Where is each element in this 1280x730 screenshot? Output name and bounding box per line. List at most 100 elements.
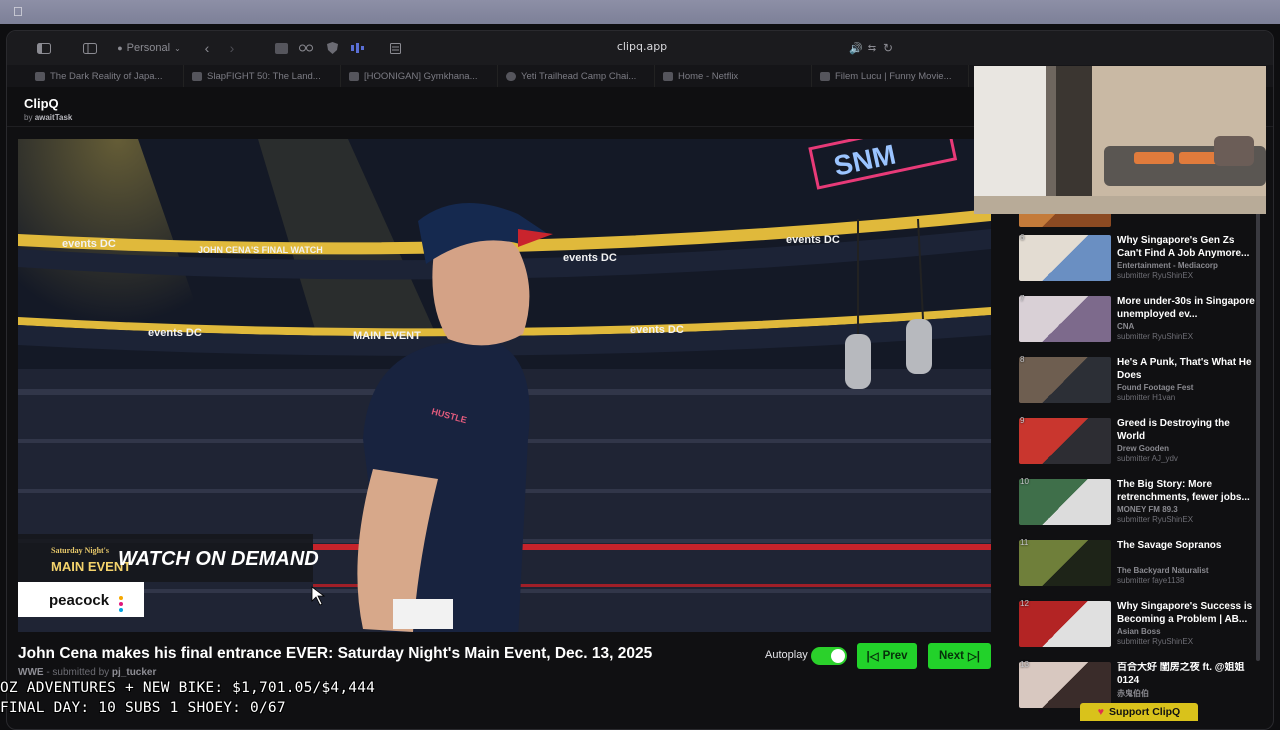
queue-item[interactable]: 9 Greed is Destroying the World Drew Goode…	[1013, 416, 1261, 476]
tab-label: The Dark Reality of Japa...	[50, 70, 163, 82]
favicon-icon	[35, 71, 45, 81]
queue-thumbnail[interactable]	[1019, 418, 1111, 464]
shield-icon[interactable]	[324, 39, 340, 57]
queue-thumbnail[interactable]	[1019, 235, 1111, 281]
tab-5[interactable]: Filem Lucu | Funny Movie...	[812, 65, 969, 87]
back-icon[interactable]: ‹	[199, 39, 215, 57]
queue-item[interactable]: 6 Why Singapore's Gen Zs Can't Find A Job…	[1013, 233, 1261, 293]
queue-channel: Drew Gooden	[1117, 444, 1170, 453]
queue-channel: Asian Boss	[1117, 627, 1161, 636]
queue-title[interactable]: The Savage Sopranos	[1117, 540, 1257, 553]
favicon-icon	[349, 71, 359, 81]
channel-name[interactable]: WWE	[18, 667, 44, 678]
queue-channel: Found Footage Fest	[1117, 383, 1194, 392]
byline-prefix: by	[24, 113, 33, 122]
queue-channel: The Backyard Naturalist	[1117, 566, 1209, 575]
queue-number: 6	[1020, 233, 1025, 242]
banner-text: JOHN CENA'S FINAL WATCH	[198, 245, 323, 255]
app-title[interactable]: ClipQ	[24, 96, 59, 111]
submitter-name[interactable]: pj_tucker	[112, 667, 156, 678]
tab-label: Yeti Trailhead Camp Chai...	[521, 70, 637, 82]
tab-label: Filem Lucu | Funny Movie...	[835, 70, 952, 82]
queue-thumbnail[interactable]	[1019, 479, 1111, 525]
video-player[interactable]: events DC JOHN CENA'S FINAL WATCH events…	[18, 139, 991, 632]
support-label: Support ClipQ	[1109, 706, 1181, 718]
queue-thumbnail[interactable]	[1019, 540, 1111, 586]
favicon-icon	[506, 71, 516, 81]
queue-item[interactable]: 11 The Savage Sopranos The Backyard Natura…	[1013, 538, 1261, 598]
tab-overview-icon[interactable]	[81, 39, 99, 57]
queue-title[interactable]: Greed is Destroying the World	[1117, 418, 1257, 443]
webcam-feed	[974, 66, 1266, 214]
reader-icon[interactable]	[273, 39, 289, 57]
favicon-icon	[820, 71, 830, 81]
video-frame: events DC JOHN CENA'S FINAL WATCH events…	[18, 139, 991, 632]
peacock-logo-text: peacock	[49, 592, 110, 609]
page-menu-icon[interactable]	[387, 39, 403, 57]
person-icon: ●	[117, 43, 123, 53]
queue-submitter: submitter RyuShinEX	[1117, 271, 1194, 280]
prev-button[interactable]: |◁ Prev	[857, 643, 917, 669]
tab-label: Home - Netflix	[678, 70, 739, 82]
queue-submitter: submitter RyuShinEX	[1117, 637, 1194, 646]
queue-item[interactable]: 10 The Big Story: More retrenchments, few…	[1013, 477, 1261, 537]
address-bar[interactable]: clipq.app	[567, 40, 717, 53]
queue-thumbnail[interactable]	[1019, 662, 1111, 708]
queue-number: 8	[1020, 355, 1025, 364]
queue-thumbnail[interactable]	[1019, 601, 1111, 647]
queue-submitter: submitter RyuShinEX	[1117, 332, 1194, 341]
tab-2[interactable]: [HOONIGAN] Gymkhana...	[341, 65, 498, 87]
app-byline: by awaitTask	[24, 113, 72, 122]
extension-icon[interactable]	[349, 39, 365, 57]
prev-label: Prev	[882, 650, 908, 662]
queue-submitter: submitter RyuShinEX	[1117, 515, 1194, 524]
skip-back-icon: |◁	[866, 651, 879, 663]
queue-submitter: submitter AJ_ydv	[1117, 454, 1178, 463]
favicon-icon	[663, 71, 673, 81]
toggle-knob	[831, 649, 845, 663]
autoplay-toggle[interactable]	[811, 647, 847, 665]
forward-icon[interactable]: ›	[224, 39, 240, 57]
ring-text: events DC	[62, 238, 116, 250]
queue-title[interactable]: More under-30s in Singapore unemployed e…	[1117, 296, 1257, 321]
tab-1[interactable]: SlapFIGHT 50: The Land...	[184, 65, 341, 87]
queue-channel: MONEY FM 89.3	[1117, 505, 1178, 514]
translate-icon[interactable]: ⇆	[865, 39, 879, 57]
banner-main-text: MAIN EVENT	[353, 330, 421, 342]
next-button[interactable]: Next ▷|	[928, 643, 991, 669]
favicon-icon	[192, 71, 202, 81]
queue-item[interactable]: 7 More under-30s in Singapore unemployed …	[1013, 294, 1261, 354]
queue-title[interactable]: He's A Punk, That's What He Does	[1117, 357, 1257, 382]
glasses-icon[interactable]	[298, 39, 314, 57]
tab-0[interactable]: The Dark Reality of Japa...	[27, 65, 184, 87]
queue-title[interactable]: The Big Story: More retrenchments, fewer…	[1117, 479, 1257, 504]
queue-title[interactable]: 百合大好 閨房之夜 ft. @姐姐0124	[1117, 662, 1257, 687]
macos-menubar: 	[0, 0, 1280, 24]
queue-number: 13	[1020, 660, 1029, 669]
queue-thumbnail[interactable]	[1019, 296, 1111, 342]
queue-scrollbar[interactable]	[1256, 191, 1260, 661]
queue-item[interactable]: 8 He's A Punk, That's What He Does Found F…	[1013, 355, 1261, 415]
apple-icon[interactable]: 	[13, 4, 23, 19]
video-byline: WWE - submitted by pj_tucker	[18, 667, 156, 678]
ring-text: events DC	[630, 324, 684, 336]
byline-author[interactable]: awaitTask	[35, 113, 73, 122]
heart-icon: ♥	[1097, 706, 1105, 718]
tab-4[interactable]: Home - Netflix	[655, 65, 812, 87]
reload-icon[interactable]: ↻	[881, 39, 895, 57]
queue-thumbnail[interactable]	[1019, 357, 1111, 403]
speaker-icon[interactable]: 🔊	[849, 39, 863, 57]
profile-menu[interactable]: ● Personal ⌄	[117, 39, 181, 57]
queue-number: 7	[1020, 294, 1025, 303]
next-label: Next	[939, 650, 964, 662]
sidebar-icon[interactable]	[35, 39, 53, 57]
video-title: John Cena makes his final entrance EVER:…	[18, 645, 653, 662]
queue-title[interactable]: Why Singapore's Gen Zs Can't Find A Job …	[1117, 235, 1257, 260]
queue-item[interactable]: 12 Why Singapore's Success is Becoming a …	[1013, 599, 1261, 659]
support-button[interactable]: ♥ Support ClipQ	[1080, 703, 1198, 721]
queue-title[interactable]: Why Singapore's Success is Becoming a Pr…	[1117, 601, 1257, 626]
stream-overlay-subs: FINAL DAY: 10 SUBS 1 SHOEY: 0/67	[0, 700, 286, 716]
browser-toolbar: ● Personal ⌄ ‹ › clipq.app 🔊 ⇆ ↻	[7, 31, 1273, 65]
event-logo-top: Saturday Night's	[51, 546, 109, 555]
tab-3[interactable]: Yeti Trailhead Camp Chai...	[498, 65, 655, 87]
